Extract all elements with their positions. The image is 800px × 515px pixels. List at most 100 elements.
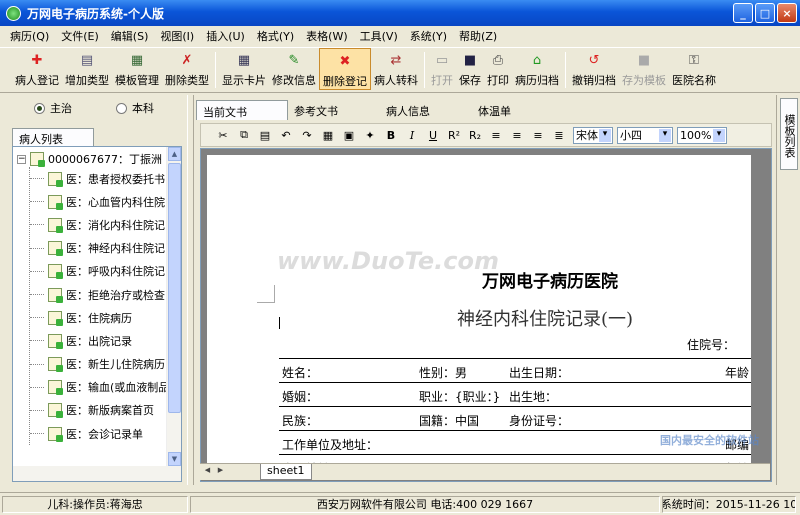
panel-splitter[interactable] [187, 95, 194, 485]
archive-button[interactable]: ⌂ 病历归档 [512, 48, 562, 90]
tab-patient-info[interactable]: 病人信息 [380, 100, 472, 120]
menu-record[interactable]: 病历(Q) [4, 28, 55, 44]
form-field-label[interactable]: 姓名： [282, 364, 318, 381]
key-button[interactable]: ⚿ 医院名称 [669, 48, 719, 90]
tab-current-document[interactable]: 当前文书 [196, 100, 288, 120]
tree-record-item[interactable]: 医：输血(或血液制品 [30, 376, 169, 399]
tree-vertical-scrollbar[interactable]: ▲ ▼ [166, 147, 181, 481]
scroll-down-icon[interactable]: ▼ [168, 452, 181, 466]
transfer-button[interactable]: ⇄ 病人转科 [371, 48, 421, 90]
sheet-tab[interactable]: sheet1 [260, 464, 312, 480]
form-field-label[interactable]: 民族： [282, 412, 318, 429]
record-doc-icon [48, 333, 63, 349]
radio-department[interactable]: 本科 [116, 100, 154, 116]
image-icon[interactable]: ▣ [339, 126, 359, 144]
menu-table[interactable]: 表格(W) [300, 28, 353, 44]
bold-icon[interactable]: B [381, 126, 401, 144]
form-field-label[interactable]: 身份证号： [509, 412, 569, 429]
form-field-label[interactable]: 职业：{职业：} [419, 388, 500, 405]
scroll-up-icon[interactable]: ▲ [168, 147, 181, 161]
tree-record-item[interactable]: 医：住院病历 [30, 306, 169, 329]
tree-record-item[interactable]: 医：会诊记录单 [30, 422, 169, 445]
maximize-button[interactable]: □ [755, 3, 775, 23]
form-field-label[interactable]: 工作单位及地址： [282, 436, 378, 453]
tree-record-item[interactable]: 医：心血管内科住院 [30, 190, 169, 213]
menu-insert[interactable]: 插入(U) [200, 28, 251, 44]
form-field-label[interactable]: 出生地： [509, 388, 557, 405]
form-field-label[interactable]: 国籍：中国 [419, 412, 479, 429]
record-doc-icon [48, 426, 63, 442]
edit-info-icon: ✎ [288, 52, 300, 68]
underline-icon[interactable]: U [423, 126, 443, 144]
font-size-select[interactable]: 小四 [617, 126, 673, 144]
menu-view[interactable]: 视图(I) [154, 28, 200, 44]
form-field-label[interactable]: 出生日期： [509, 364, 569, 381]
last-sheet-icon[interactable]: ▶ [215, 466, 226, 479]
toolbar-button-label: 增加类型 [65, 74, 109, 87]
tab-temperature-chart[interactable]: 体温单 [472, 100, 564, 120]
form-field-label[interactable]: 年龄 [725, 364, 749, 381]
close-button[interactable]: × [777, 3, 797, 23]
redo-icon[interactable]: ↷ [297, 126, 317, 144]
edit-info-button[interactable]: ✎ 修改信息 [269, 48, 319, 90]
template-button[interactable]: ▦ 模板管理 [112, 48, 162, 90]
paste-icon[interactable]: ▤ [255, 126, 275, 144]
status-company: 西安万网软件有限公司 电话:400 029 1667 [190, 495, 660, 513]
menu-help[interactable]: 帮助(Z) [453, 28, 503, 44]
minimize-button[interactable]: _ [733, 3, 753, 23]
align-center-icon[interactable]: ≡ [507, 126, 527, 144]
menu-file[interactable]: 文件(E) [55, 28, 105, 44]
save-template-button[interactable]: ■ 存为模板 [619, 48, 669, 90]
undo-archive-button[interactable]: ↺ 撤销归档 [569, 48, 619, 90]
admission-number-label: 住院号： [687, 338, 736, 352]
radio-main-doctor[interactable]: 主治 [34, 100, 72, 116]
undo-icon[interactable]: ↶ [276, 126, 296, 144]
open-folder-button[interactable]: ▭ 打开 [428, 48, 456, 90]
tree-record-item[interactable]: 医：消化内科住院记 [30, 213, 169, 236]
align-right-icon[interactable]: ≡ [528, 126, 548, 144]
document-page[interactable]: www.DuoTe.com 万网电子病历医院 神经内科住院记录(一) 住院号： … [207, 155, 751, 475]
menu-format[interactable]: 格式(Y) [251, 28, 300, 44]
tab-patient-list[interactable]: 病人列表 [12, 128, 94, 146]
record-label: 医：输血(或血液制品 [66, 381, 170, 395]
font-family-select[interactable]: 宋体 [573, 126, 613, 144]
copy-icon[interactable]: ⧉ [234, 126, 254, 144]
tree-record-item[interactable]: 医：出院记录 [30, 329, 169, 352]
collapse-icon[interactable]: − [17, 154, 26, 164]
form-field-label[interactable]: 婚姻： [282, 388, 318, 405]
menu-edit[interactable]: 编辑(S) [105, 28, 155, 44]
palette-icon[interactable]: ✦ [360, 126, 380, 144]
save-button[interactable]: ■ 保存 [456, 48, 484, 90]
superscript-icon[interactable]: R² [444, 126, 464, 144]
delete-register-button[interactable]: ✖ 删除登记 [319, 48, 371, 90]
menu-tools[interactable]: 工具(V) [354, 28, 404, 44]
subscript-icon[interactable]: R₂ [465, 126, 485, 144]
tree-patient-node[interactable]: − 0000067677：丁振洲 [17, 151, 162, 167]
form-field-label[interactable]: 性别：男 [419, 364, 467, 381]
delete-type-button[interactable]: ✗ 删除类型 [162, 48, 212, 90]
justify-icon[interactable]: ≣ [549, 126, 569, 144]
tree-record-item[interactable]: 医：新版病案首页 [30, 399, 169, 422]
italic-icon[interactable]: I [402, 126, 422, 144]
tree-record-item[interactable]: 医：拒绝治疗或检查 [30, 283, 169, 306]
scroll-thumb[interactable] [168, 163, 181, 413]
tab-template-list[interactable]: 模板列表 [780, 98, 798, 170]
print-button[interactable]: ⎙ 打印 [484, 48, 512, 90]
tab-reference-document[interactable]: 参考文书 [288, 100, 380, 120]
menu-bar: 病历(Q) 文件(E) 编辑(S) 视图(I) 插入(U) 格式(Y) 表格(W… [0, 26, 800, 46]
format-toolbar: ✂ ⧉ ▤ ↶ ↷ ▦ ▣ ✦ B I U R² R₂ ≡ ≡ ≡ ≣ 宋体 小… [200, 123, 772, 147]
new-type-button[interactable]: ▤ 增加类型 [62, 48, 112, 90]
tree-horizontal-scrollbar[interactable] [13, 466, 168, 481]
tree-record-item[interactable]: 医：患者授权委托书 [30, 167, 169, 190]
menu-system[interactable]: 系统(Y) [404, 28, 453, 44]
cut-icon[interactable]: ✂ [213, 126, 233, 144]
tree-record-item[interactable]: 医：呼吸内科住院记 [30, 260, 169, 283]
table-icon[interactable]: ▦ [318, 126, 338, 144]
card-button[interactable]: ▦ 显示卡片 [219, 48, 269, 90]
tree-record-item[interactable]: 医：神经内科住院记 [30, 237, 169, 260]
plus-button[interactable]: ✚ 病人登记 [12, 48, 62, 90]
align-left-icon[interactable]: ≡ [486, 126, 506, 144]
tree-record-item[interactable]: 医：新生儿住院病历 [30, 353, 169, 376]
zoom-select[interactable]: 100% [677, 126, 727, 144]
first-sheet-icon[interactable]: ◀ [202, 466, 213, 479]
